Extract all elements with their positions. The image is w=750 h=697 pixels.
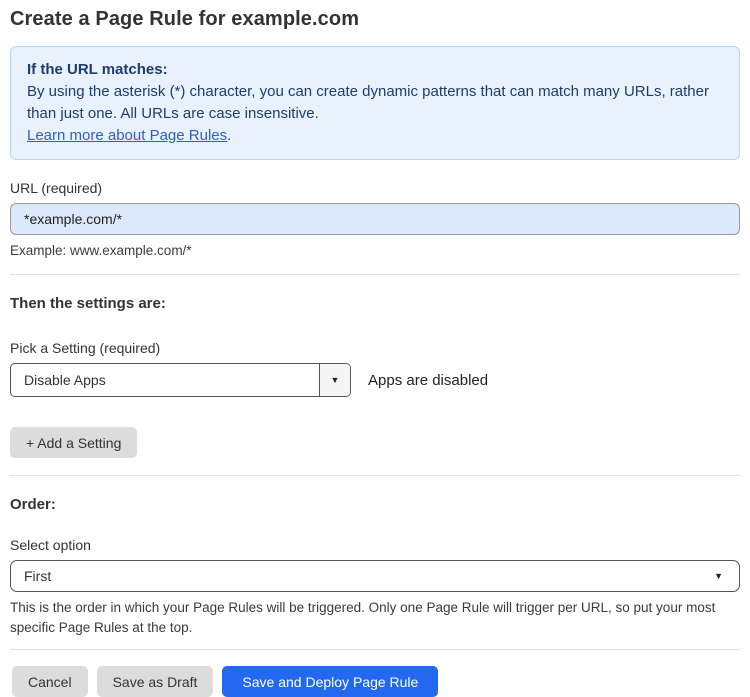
chevron-down-icon: ▼ [330, 375, 340, 385]
divider [10, 649, 740, 650]
url-example-helper: Example: www.example.com/* [10, 243, 192, 258]
order-select-value: First [24, 568, 52, 584]
form-actions: Cancel Save as Draft Save and Deploy Pag… [10, 666, 740, 697]
setting-select[interactable]: Disable Apps ▼ [10, 363, 351, 397]
save-and-deploy-button[interactable]: Save and Deploy Page Rule [222, 666, 439, 697]
save-as-draft-button[interactable]: Save as Draft [96, 666, 214, 697]
url-field-label: URL (required) [10, 180, 103, 196]
info-box-link-line: Learn more about Page Rules. [27, 125, 723, 147]
url-match-info-box: If the URL matches: By using the asteris… [10, 46, 740, 160]
learn-more-link[interactable]: Learn more about Page Rules [27, 127, 227, 144]
order-select[interactable]: First ▼ [10, 560, 740, 592]
order-section-heading: Order: [10, 496, 56, 513]
chevron-down-icon: ▼ [714, 571, 723, 581]
order-helper-text: This is the order in which your Page Rul… [10, 600, 716, 635]
setting-row: Disable Apps ▼ Apps are disabled [10, 363, 740, 397]
link-suffix: . [227, 127, 232, 144]
cancel-button[interactable]: Cancel [12, 666, 88, 697]
setting-status-text: Apps are disabled [368, 371, 489, 389]
page-rule-form: Create a Page Rule for example.com If th… [0, 0, 750, 697]
setting-select-value: Disable Apps [24, 372, 106, 388]
setting-select-arrow-button[interactable]: ▼ [319, 364, 350, 396]
divider [10, 475, 740, 476]
add-setting-button[interactable]: + Add a Setting [10, 427, 138, 458]
divider [10, 274, 740, 275]
order-select-label: Select option [10, 537, 91, 553]
info-box-heading: If the URL matches: [27, 61, 168, 78]
url-input[interactable] [10, 203, 740, 235]
settings-section-heading: Then the settings are: [10, 295, 166, 312]
setting-picker-label: Pick a Setting (required) [10, 340, 161, 356]
page-title: Create a Page Rule for example.com [10, 8, 360, 30]
info-box-body: By using the asterisk (*) character, you… [27, 83, 709, 122]
